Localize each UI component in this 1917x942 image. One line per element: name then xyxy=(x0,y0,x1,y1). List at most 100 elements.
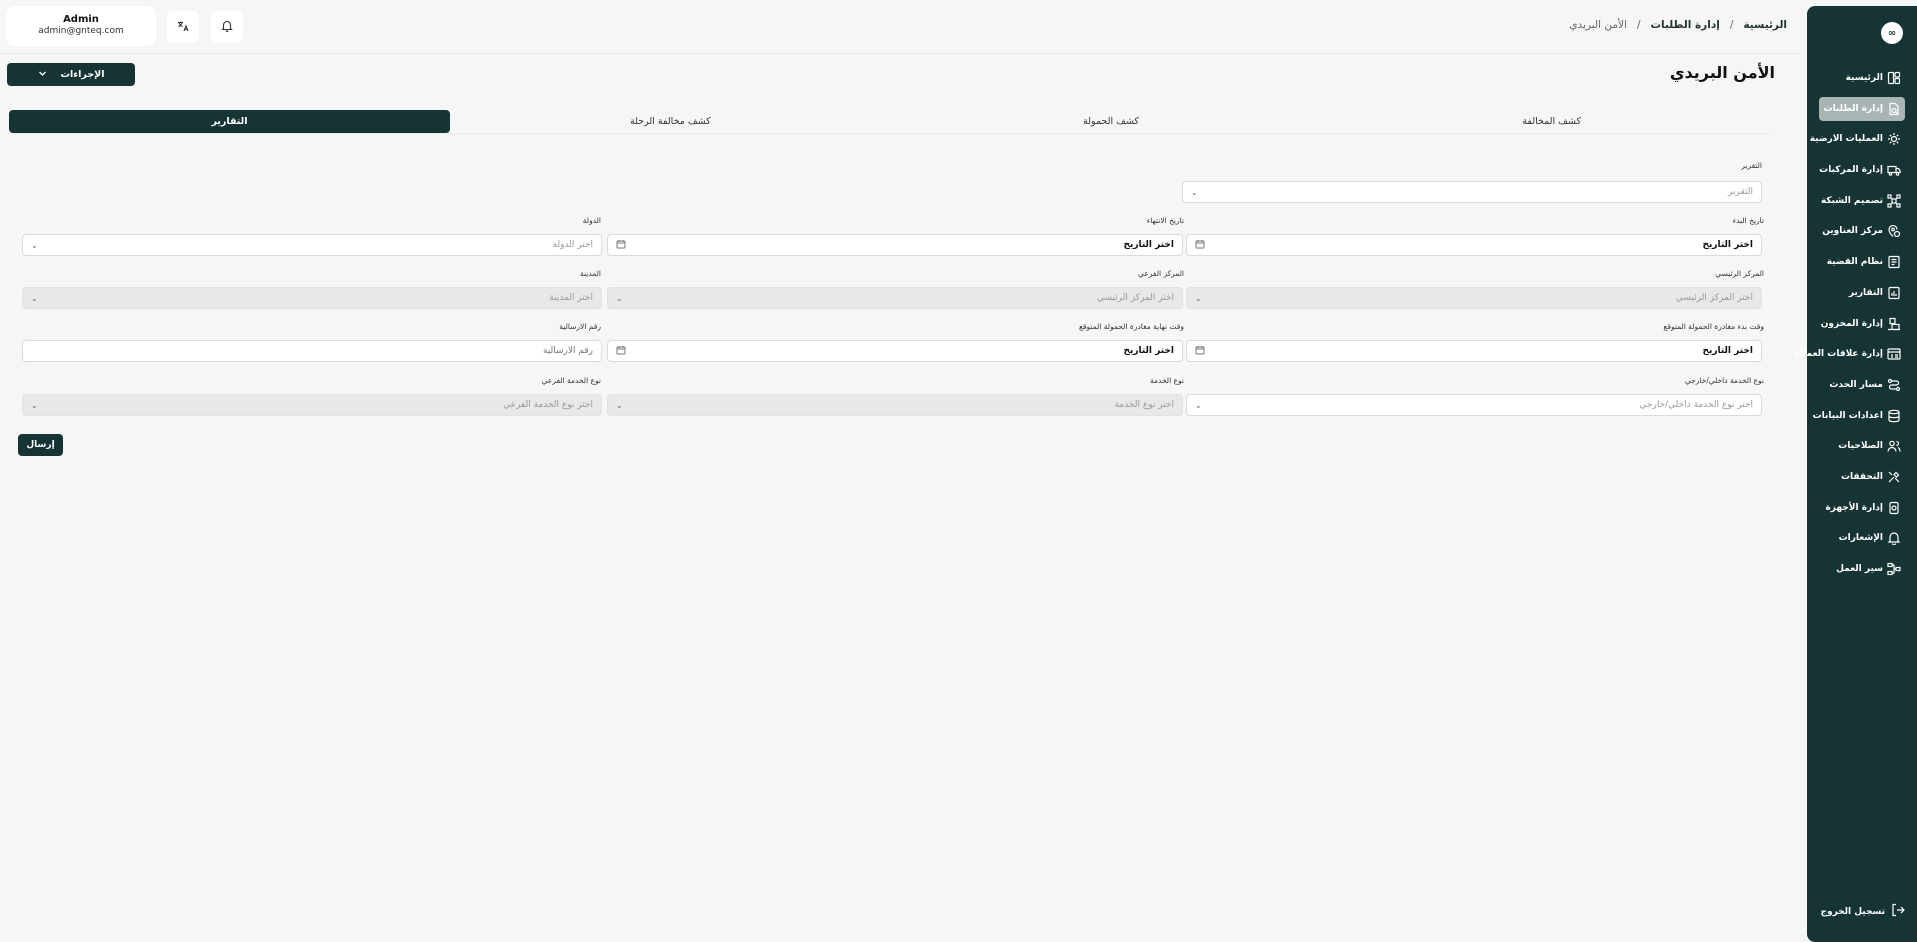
sidebar-item-inventory[interactable]: إدارة المخزون xyxy=(1819,312,1905,336)
sidebar-item-label: التحققات xyxy=(1840,471,1883,482)
sidebar-item-vehicles[interactable]: إدارة المركبات xyxy=(1819,158,1905,182)
gear-dashed-icon xyxy=(1887,132,1901,146)
logout-label: تسجيل الخروج xyxy=(1820,906,1886,917)
service-scope-label: نوع الخدمة داخلي/خارجي xyxy=(1684,376,1764,385)
bell-icon xyxy=(1887,531,1901,546)
sidebar-item-label: الإشعارات xyxy=(1838,533,1883,544)
country-label: الدولة xyxy=(582,216,601,225)
tab-load-report[interactable]: كشف الحمولة xyxy=(891,110,1332,133)
sidebar-item-cases[interactable]: نظام القضية xyxy=(1819,250,1905,274)
breadcrumb-home[interactable]: الرئيسية xyxy=(1743,19,1787,31)
chevron-down-icon xyxy=(38,69,47,81)
breadcrumb-current: الأمن البريدي xyxy=(1569,19,1627,31)
notifications-button[interactable] xyxy=(211,11,243,43)
sidebar-item-label: العمليات الارضية xyxy=(1809,134,1883,145)
sidebar-item-event-path[interactable]: مسار الحدث xyxy=(1819,373,1905,397)
case-icon xyxy=(1887,255,1901,269)
sidebar-item-label: إدارة الأجهزة xyxy=(1825,502,1883,513)
end-date-picker[interactable]: اختر التاريخ xyxy=(607,234,1183,256)
sidebar-item-requests[interactable]: إدارة الطلبات xyxy=(1819,96,1905,121)
chart-icon xyxy=(1887,286,1901,300)
service-type-label: نوع الخدمة xyxy=(1149,376,1184,385)
sidebar-item-label: مركز العناوين xyxy=(1822,226,1883,237)
actions-dropdown-button[interactable]: الإجراءات xyxy=(7,63,135,86)
report-placeholder: التقرير xyxy=(1728,187,1753,197)
shipment-number-input[interactable] xyxy=(22,340,602,362)
logout-icon xyxy=(1891,903,1905,920)
logout-button[interactable]: تسجيل الخروج xyxy=(1821,903,1906,920)
main-center-select[interactable]: اختر المركز الرئيسي ⌄ xyxy=(1186,287,1762,309)
sub-center-select[interactable]: اختر المركز الرئيسي ⌄ xyxy=(607,287,1183,309)
breadcrumb-separator: / xyxy=(1636,19,1641,31)
sub-center-placeholder: اختر المركز الرئيسي xyxy=(1096,293,1174,303)
service-type-placeholder: اختر نوع الخدمة xyxy=(1114,400,1174,410)
device-icon xyxy=(1887,501,1901,515)
layout-icon xyxy=(1887,71,1901,85)
departure-start-picker[interactable]: اختر التاريخ xyxy=(1186,340,1762,362)
bell-icon xyxy=(221,20,233,35)
chevron-down-icon: ⌄ xyxy=(1195,293,1202,303)
sidebar-item-network[interactable]: تصميم الشبكة xyxy=(1819,189,1905,213)
sidebar-item-label: إدارة المركبات xyxy=(1819,165,1883,176)
sidebar-item-addresses[interactable]: مركز العناوين xyxy=(1819,219,1905,243)
tab-trip-violation-report[interactable]: كشف مخالفة الرحلة xyxy=(450,110,891,133)
calendar-icon xyxy=(1195,239,1205,252)
service-scope-select[interactable]: اختر نوع الخدمة داخلي/خارجي ⌄ xyxy=(1186,394,1762,416)
tools-icon xyxy=(1887,470,1901,484)
country-select[interactable]: اختر الدولة ⌄ xyxy=(22,234,602,256)
sidebar-nav: الرئيسية إدارة الطلبات العمليات الارضية … xyxy=(1795,66,1917,588)
departure-start-value: اختر التاريخ xyxy=(1702,346,1753,356)
start-date-label: تاريخ البدء xyxy=(1732,216,1764,225)
report-select[interactable]: التقرير ⌄ xyxy=(1182,181,1762,203)
database-icon xyxy=(1887,409,1901,423)
users-icon xyxy=(1887,439,1901,453)
chevron-down-icon: ⌄ xyxy=(31,293,38,303)
service-type-select[interactable]: اختر نوع الخدمة ⌄ xyxy=(607,394,1183,416)
chevron-down-icon: ⌄ xyxy=(616,400,623,410)
app-logo[interactable]: ∞ xyxy=(1881,22,1903,44)
sidebar-item-home[interactable]: الرئيسية xyxy=(1819,66,1905,90)
departure-end-picker[interactable]: اختر التاريخ xyxy=(607,340,1183,362)
tab-reports[interactable]: التقارير xyxy=(8,110,450,133)
sidebar-item-devices[interactable]: إدارة الأجهزة xyxy=(1819,496,1905,520)
workflow-icon xyxy=(1887,562,1901,576)
sidebar-item-ground-ops[interactable]: العمليات الارضية xyxy=(1810,127,1905,151)
route-icon xyxy=(1887,378,1901,392)
departure-start-label: وقت بدء مغادرة الحمولة المتوقع xyxy=(1663,322,1764,331)
calendar-icon xyxy=(616,239,626,252)
end-date-value: اختر التاريخ xyxy=(1123,240,1174,250)
service-subtype-label: نوع الخدمة الفرعي xyxy=(541,376,601,385)
city-select[interactable]: اختر المدينة ⌄ xyxy=(22,287,602,309)
main-center-label: المركز الرئيسي xyxy=(1715,269,1764,278)
chevron-down-icon: ⌄ xyxy=(1195,400,1202,410)
translate-icon xyxy=(177,20,189,35)
start-date-picker[interactable]: اختر التاريخ xyxy=(1186,234,1762,256)
calendar-icon xyxy=(616,345,626,358)
sidebar-item-workflow[interactable]: سير العمل xyxy=(1819,557,1905,581)
crm-icon xyxy=(1887,347,1901,361)
user-card[interactable]: Admin admin@gnteq.com xyxy=(6,6,156,46)
sidebar-item-data-settings[interactable]: اعدادات البيانات xyxy=(1813,404,1905,428)
sidebar-item-validations[interactable]: التحققات xyxy=(1819,465,1905,489)
language-button[interactable] xyxy=(167,11,199,43)
actions-label: الإجراءات xyxy=(60,69,105,80)
sidebar-item-reports[interactable]: التقارير xyxy=(1819,281,1905,305)
service-subtype-select[interactable]: اختر نوع الخدمة الفرعي ⌄ xyxy=(22,394,602,416)
service-subtype-placeholder: اختر نوع الخدمة الفرعي xyxy=(503,400,593,410)
sidebar-item-crm[interactable]: إدارة علاقات العملاء xyxy=(1795,342,1905,366)
sidebar-item-notifications[interactable]: الإشعارات xyxy=(1819,526,1905,550)
chevron-down-icon: ⌄ xyxy=(1191,187,1198,197)
submit-button[interactable]: إرسال xyxy=(18,434,63,456)
sidebar-item-label: اعدادات البيانات xyxy=(1812,410,1883,421)
tab-bar: كشف المخالفة كشف الحمولة كشف مخالفة الرح… xyxy=(8,110,1772,134)
sidebar-item-label: إدارة الطلبات xyxy=(1823,103,1883,114)
main-center-placeholder: اختر المركز الرئيسي xyxy=(1675,293,1753,303)
location-icon xyxy=(1887,224,1901,238)
sidebar-item-permissions[interactable]: الصلاحيات xyxy=(1819,434,1905,458)
network-icon xyxy=(1887,194,1901,208)
departure-end-value: اختر التاريخ xyxy=(1123,346,1174,356)
tab-violation-report[interactable]: كشف المخالفة xyxy=(1331,110,1772,133)
report-label: التقرير xyxy=(1741,161,1762,170)
breadcrumb-requests[interactable]: إدارة الطلبات xyxy=(1650,19,1719,31)
header-divider xyxy=(0,53,1799,54)
